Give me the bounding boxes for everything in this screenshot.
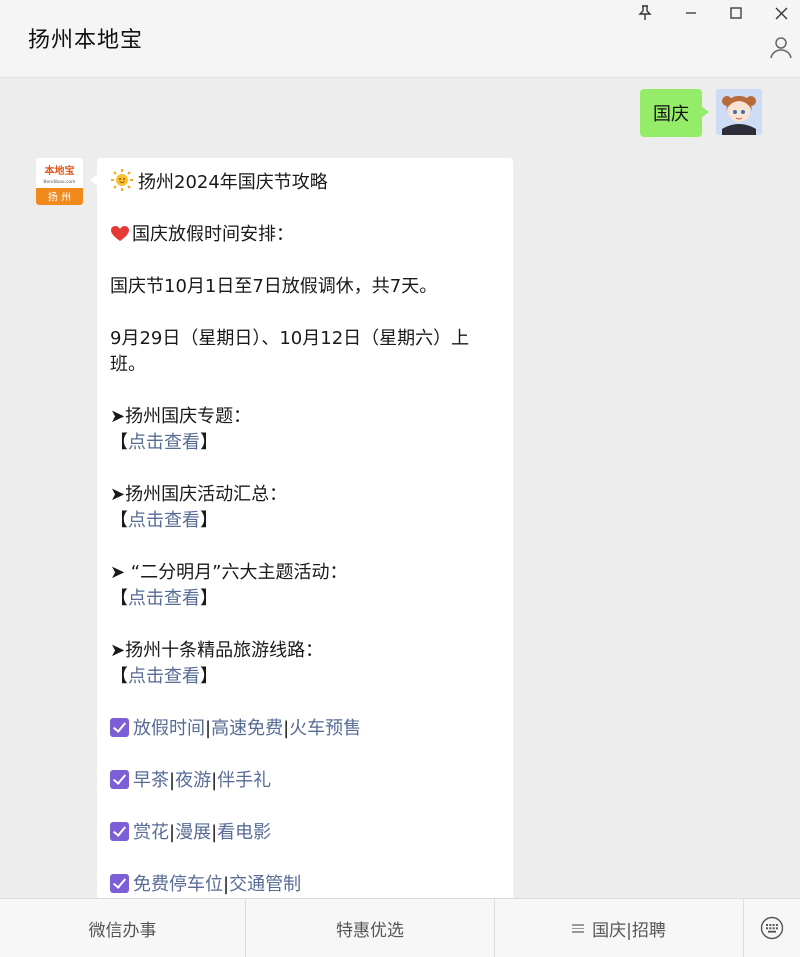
view-link-4[interactable]: 点击查看 — [128, 666, 200, 687]
pin-button[interactable] — [622, 0, 668, 26]
bracket-open: 【 — [110, 588, 128, 609]
bracket-close: 】 — [200, 510, 218, 531]
bracket-close: 】 — [200, 432, 218, 453]
section-link-line-2: 【点击查看】 — [110, 508, 499, 534]
menu-national-day-jobs[interactable]: 国庆|招聘 — [495, 899, 744, 957]
maximize-icon — [730, 7, 742, 19]
checkbox-icon — [110, 874, 129, 893]
profile-button[interactable] — [766, 32, 796, 62]
logo-city-text: 扬 州 — [48, 191, 71, 204]
section-label-2: ➤扬州国庆活动汇总： — [110, 484, 288, 505]
link-comic-expo[interactable]: 漫展 — [175, 822, 211, 843]
link-traffic-control[interactable]: 交通管制 — [229, 874, 301, 895]
keyboard-icon — [760, 916, 784, 940]
link-train-presale[interactable]: 火车预售 — [289, 718, 361, 739]
bendibao-logo: 本地宝 Bendibao.com 扬 州 — [36, 158, 83, 205]
chat-window: 扬州本地宝 国庆 本地宝 Bendibao.com 扬 州 扬州2024年国庆节… — [0, 0, 800, 957]
section-label-1: ➤扬州国庆专题： — [110, 406, 252, 427]
link-row-2: 早茶|夜游|伴手礼 — [110, 768, 499, 794]
section-link-line-1: 【点击查看】 — [110, 430, 499, 456]
link-night-tour[interactable]: 夜游 — [175, 770, 211, 791]
user-message: 国庆 — [640, 89, 762, 137]
checkbox-icon — [110, 822, 129, 841]
section-link-line-3: 【点击查看】 — [110, 586, 499, 612]
bracket-open: 【 — [110, 510, 128, 531]
holiday-heading: 国庆放假时间安排： — [132, 224, 294, 245]
logo-sub-text: Bendibao.com — [43, 179, 75, 185]
chat-area[interactable]: 国庆 本地宝 Bendibao.com 扬 州 扬州2024年国庆节攻略 国庆放… — [0, 78, 800, 898]
maximize-button[interactable] — [713, 0, 759, 26]
user-icon — [770, 37, 792, 59]
link-holiday-time[interactable]: 放假时间 — [133, 718, 205, 739]
link-row-3: 赏花|漫展|看电影 — [110, 820, 499, 846]
checkbox-icon — [110, 718, 129, 737]
bracket-open: 【 — [110, 666, 128, 687]
anime-avatar-icon — [716, 89, 762, 135]
section-link-line-4: 【点击查看】 — [110, 664, 499, 690]
holiday-text: 国庆节10月1日至7日放假调休，共7天。 — [110, 276, 438, 297]
view-link-1[interactable]: 点击查看 — [128, 432, 200, 453]
section-label-4: ➤扬州十条精品旅游线路： — [110, 640, 324, 661]
link-row-4: 免费停车位|交通管制 — [110, 872, 499, 898]
link-row-1: 放假时间|高速免费|火车预售 — [110, 716, 499, 742]
link-free-parking[interactable]: 免费停车位 — [133, 874, 223, 895]
message-title: 扬州2024年国庆节攻略 — [138, 172, 328, 193]
bot-avatar[interactable]: 本地宝 Bendibao.com 扬 州 — [36, 158, 83, 205]
submenu-icon — [572, 922, 585, 935]
section-label-3: ➤ “二分明月”六大主题活动： — [110, 562, 348, 583]
close-button[interactable] — [758, 0, 800, 26]
close-icon — [775, 7, 787, 19]
link-movies[interactable]: 看电影 — [217, 822, 271, 843]
bracket-close: 】 — [200, 666, 218, 687]
window-title: 扬州本地宝 — [28, 28, 144, 53]
bot-message-bubble[interactable]: 扬州2024年国庆节攻略 国庆放假时间安排： 国庆节10月1日至7日放假调休，共… — [90, 158, 513, 898]
view-link-3[interactable]: 点击查看 — [128, 588, 200, 609]
view-link-2[interactable]: 点击查看 — [128, 510, 200, 531]
sun-icon — [111, 169, 133, 191]
minimize-button[interactable] — [668, 0, 714, 26]
bracket-open: 【 — [110, 432, 128, 453]
keyboard-toggle-button[interactable] — [744, 899, 800, 957]
checkbox-icon — [110, 770, 129, 789]
pin-icon — [638, 5, 652, 20]
message-title-line: 扬州2024年国庆节攻略 — [110, 168, 499, 196]
link-flowers[interactable]: 赏花 — [133, 822, 169, 843]
heart-icon — [111, 226, 129, 241]
user-bubble[interactable]: 国庆 — [640, 89, 709, 137]
bottom-menu: 微信办事 特惠优选 国庆|招聘 — [0, 898, 800, 957]
bracket-close: 】 — [200, 588, 218, 609]
menu-special-offers[interactable]: 特惠优选 — [246, 899, 495, 957]
title-bar: 扬州本地宝 — [0, 0, 800, 78]
link-highway-free[interactable]: 高速免费 — [211, 718, 283, 739]
link-souvenir[interactable]: 伴手礼 — [217, 770, 271, 791]
workday-text: 9月29日（星期日）、10月12日（星期六）上班。 — [110, 328, 470, 375]
logo-brand-text: 本地宝 — [45, 164, 75, 177]
minimize-icon — [686, 12, 696, 14]
link-morning-tea[interactable]: 早茶 — [133, 770, 169, 791]
holiday-heading-line: 国庆放假时间安排： — [110, 222, 499, 248]
user-avatar[interactable] — [716, 89, 762, 135]
menu-national-day-jobs-label: 国庆|招聘 — [592, 921, 666, 941]
menu-wechat-services[interactable]: 微信办事 — [0, 899, 246, 957]
